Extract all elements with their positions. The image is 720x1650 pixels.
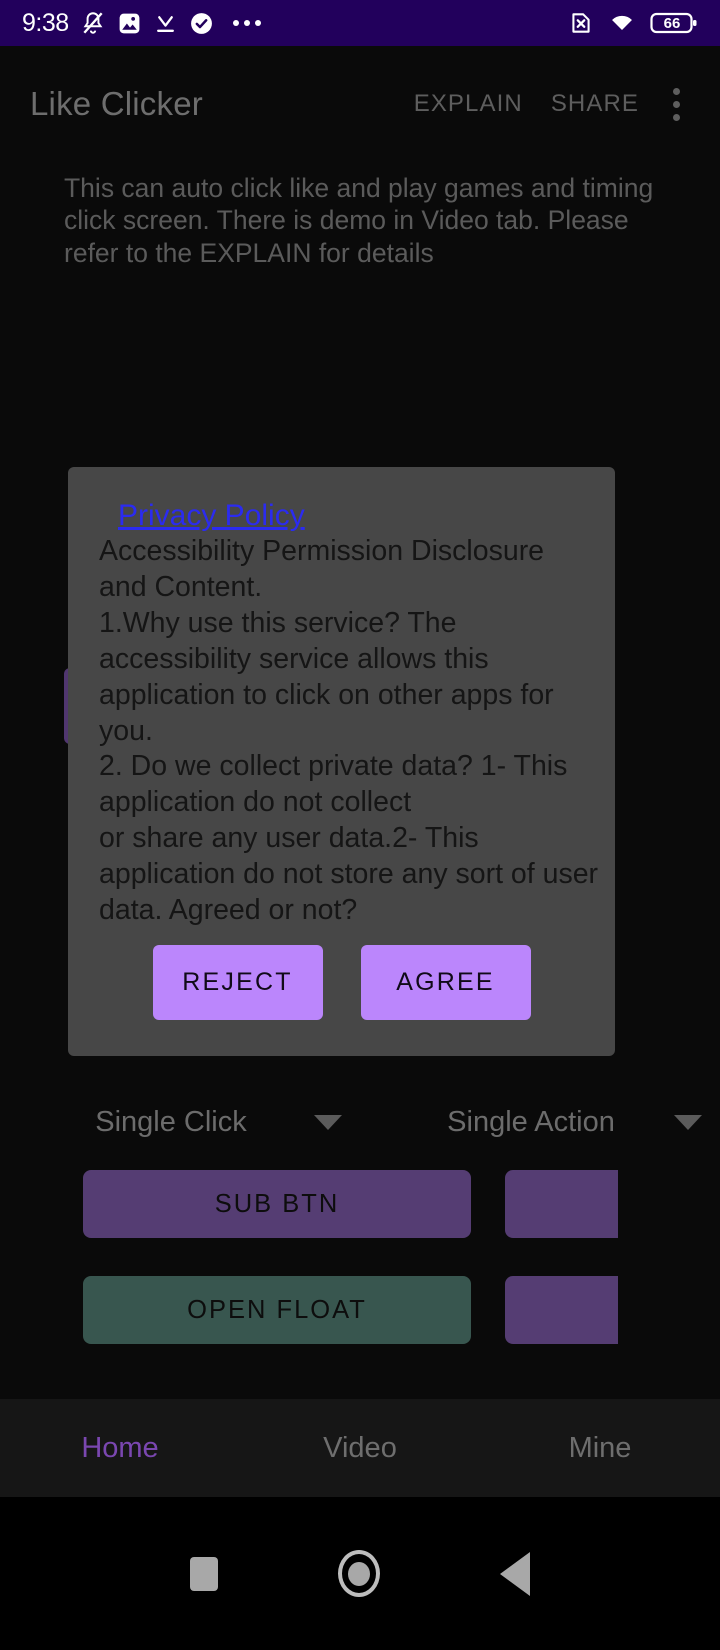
click-mode-label: Single Click — [95, 1105, 247, 1138]
bottom-tab-bar: Home Video Mine — [0, 1399, 720, 1497]
battery-icon: 66 — [650, 10, 698, 36]
page-title: Like Clicker — [30, 85, 203, 122]
privacy-policy-dialog: Privacy Policy Accessibility Permission … — [68, 467, 615, 1056]
circle-home-icon[interactable] — [338, 1550, 380, 1597]
bell-mute-icon — [80, 10, 106, 36]
chevron-down-icon — [674, 1114, 702, 1130]
chevron-down-icon — [314, 1114, 342, 1130]
tab-home[interactable]: Home — [0, 1432, 240, 1465]
overflow-menu-icon[interactable] — [653, 80, 690, 129]
more-dots-icon — [232, 20, 261, 26]
sim-missing-icon — [568, 10, 594, 36]
battery-level-text: 66 — [663, 14, 681, 32]
phone-screen: 9:38 66 Like Clicker EXPLAIN SHARE This … — [0, 0, 720, 1650]
sub-btn-button[interactable]: SUB BTN — [83, 1170, 471, 1238]
tab-video[interactable]: Video — [240, 1432, 480, 1465]
agree-button[interactable]: AGREE — [360, 945, 531, 1020]
privacy-policy-link[interactable]: Privacy Policy — [118, 499, 305, 533]
share-button[interactable]: SHARE — [537, 90, 653, 118]
reject-button[interactable]: REJECT — [152, 945, 323, 1020]
screen-edge-clip — [618, 1140, 720, 1380]
click-mode-spinner[interactable]: Single Click — [0, 1088, 360, 1156]
square-recents-icon[interactable] — [190, 1556, 218, 1591]
check-circle-icon — [189, 11, 214, 36]
download-check-icon — [153, 11, 178, 36]
status-bar: 9:38 66 — [0, 0, 720, 46]
tab-mine[interactable]: Mine — [480, 1432, 720, 1465]
status-bar-left: 9:38 — [22, 9, 568, 38]
status-bar-right: 66 — [568, 10, 698, 36]
explain-button[interactable]: EXPLAIN — [400, 90, 537, 118]
android-navigation-bar — [0, 1497, 720, 1650]
dialog-message: Accessibility Permission Disclosure and … — [99, 535, 599, 927]
triangle-back-icon[interactable] — [500, 1551, 530, 1596]
app-description: This can auto click like and play games … — [64, 173, 654, 268]
open-float-button[interactable]: OPEN FLOAT — [83, 1276, 471, 1344]
app-bar: Like Clicker EXPLAIN SHARE — [0, 46, 720, 162]
action-mode-label: Single Action — [447, 1105, 615, 1138]
wifi-icon — [608, 10, 636, 36]
dialog-button-row: REJECT AGREE — [68, 945, 615, 1020]
status-clock: 9:38 — [22, 8, 69, 37]
gallery-icon — [117, 11, 142, 36]
mode-selectors-row: Single Click Single Action — [0, 1088, 720, 1156]
